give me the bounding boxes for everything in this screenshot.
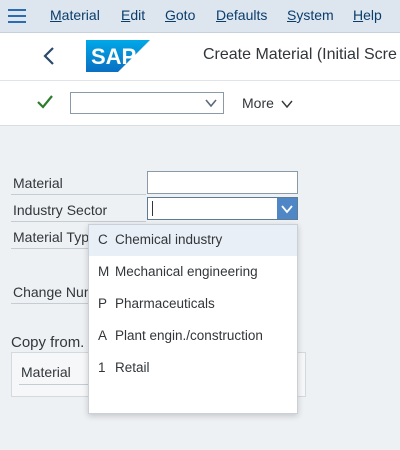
dropdown-option[interactable]: A Plant engin./construction: [89, 321, 297, 352]
row-divider: [19, 384, 89, 385]
row-divider: [11, 248, 89, 249]
title-bar: SAP Create Material (Initial Scre: [0, 33, 400, 81]
back-arrow-icon[interactable]: [40, 45, 60, 67]
dropdown-option[interactable]: 1 Retail: [89, 353, 297, 384]
copy-from-title: Copy from.: [11, 334, 85, 351]
text-cursor: [152, 201, 153, 216]
option-code: P: [98, 296, 108, 311]
material-input[interactable]: [147, 171, 298, 194]
industry-sector-dropdown: C Chemical industry M Mechanical enginee…: [88, 224, 298, 414]
option-code: M: [98, 264, 110, 279]
dropdown-option[interactable]: C Chemical industry: [89, 225, 297, 256]
chevron-down-icon: [281, 100, 293, 109]
option-text: Plant engin./construction: [115, 328, 263, 343]
svg-text:SAP: SAP: [91, 44, 136, 69]
menu-bar: Material Edit Goto Defaults System Help: [0, 0, 400, 33]
page-title: Create Material (Initial Scre: [203, 46, 397, 63]
dropdown-option[interactable]: M Mechanical engineering: [89, 257, 297, 288]
menu-defaults[interactable]: Defaults: [216, 7, 267, 23]
more-button-label: More: [242, 95, 274, 111]
option-text: Mechanical engineering: [115, 264, 258, 279]
material-label: Material: [13, 175, 63, 191]
menu-material[interactable]: Material: [50, 7, 100, 23]
menu-edit[interactable]: Edit: [121, 7, 145, 23]
menu-goto[interactable]: Goto: [165, 7, 195, 23]
option-code: 1: [98, 360, 106, 375]
row-divider: [11, 221, 146, 222]
hamburger-menu-icon[interactable]: [6, 7, 28, 25]
option-code: A: [98, 328, 108, 343]
option-code: C: [98, 232, 108, 247]
more-button[interactable]: More: [242, 95, 293, 111]
chevron-down-icon: [281, 205, 293, 214]
industry-sector-input[interactable]: [147, 197, 298, 220]
row-divider: [11, 194, 146, 195]
menu-system[interactable]: System: [287, 7, 334, 23]
copy-material-label: Material: [21, 364, 71, 380]
dropdown-button[interactable]: [277, 198, 297, 219]
material-type-label: Material Typ: [13, 229, 89, 245]
sap-logo: SAP: [86, 40, 150, 75]
industry-sector-label: Industry Sector: [13, 202, 108, 218]
dropdown-option[interactable]: P Pharmaceuticals: [89, 289, 297, 320]
checkmark-icon[interactable]: [36, 93, 54, 111]
option-text: Retail: [115, 360, 150, 375]
option-text: Chemical industry: [115, 232, 223, 247]
row-divider: [11, 303, 89, 304]
toolbar: More: [0, 81, 400, 126]
command-field[interactable]: [70, 92, 224, 114]
change-number-label: Change Num: [13, 284, 96, 300]
menu-help[interactable]: Help: [353, 7, 382, 23]
chevron-down-icon: [205, 99, 217, 108]
option-text: Pharmaceuticals: [115, 296, 215, 311]
